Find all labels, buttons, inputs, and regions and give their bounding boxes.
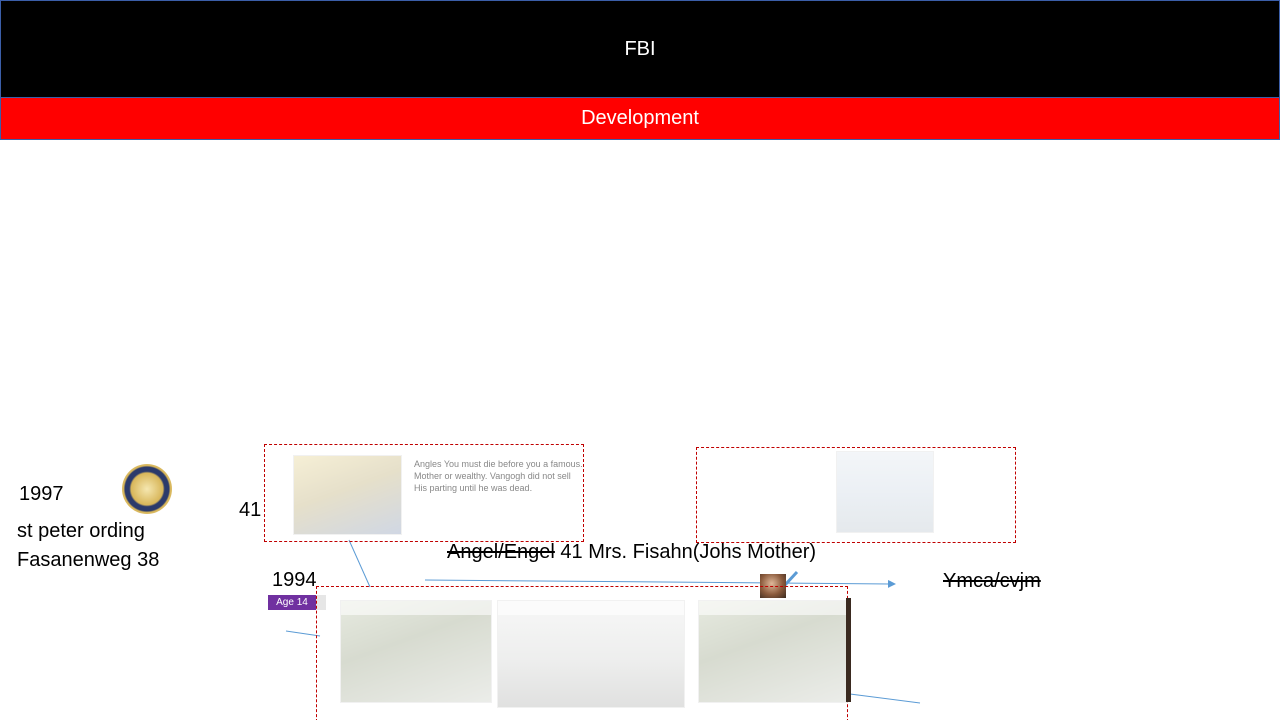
connector-arrow [424, 579, 896, 588]
ymca-label: Ymca/cvjm [943, 570, 1041, 592]
pond-thumbnail [836, 451, 934, 533]
caption-line-1: Angles You must die before you a famous. [414, 459, 583, 469]
caption-line-3: His parting until he was dead. [414, 483, 533, 493]
year-1994-label: 1994 [272, 569, 317, 591]
place-line-1: st peter ording [17, 520, 145, 542]
angel-struck-text: Angel/Engel [447, 541, 555, 563]
connector-line-2 [285, 630, 321, 637]
year-1997-label: 1997 [19, 483, 64, 505]
painting-thumbnail [293, 455, 402, 535]
place-line-2: Fasanenweg 38 [17, 549, 160, 571]
mrs-fisahn-label: Angel/Engel 41 Mrs. Fisahn(Johs Mother) [447, 542, 816, 562]
angel-rest-text: 41 Mrs. Fisahn(Johs Mother) [554, 541, 817, 563]
connector-line-1 [348, 539, 371, 588]
slide: FBI Development 1997 st peter ording Fas… [0, 0, 1280, 720]
street-view-thumbnail-3 [698, 600, 848, 703]
university-seal-icon [122, 464, 172, 514]
connector-line-3 [849, 693, 921, 704]
street-view-thumbnail-1 [340, 600, 492, 703]
photo-edge [846, 598, 851, 702]
number-41-label: 41 [239, 499, 262, 521]
street-view-thumbnail-2 [497, 600, 685, 708]
age-badge: Age 14 [268, 595, 316, 610]
caption-line-2: Mother or wealthy. Vangogh did not sell [414, 471, 571, 481]
